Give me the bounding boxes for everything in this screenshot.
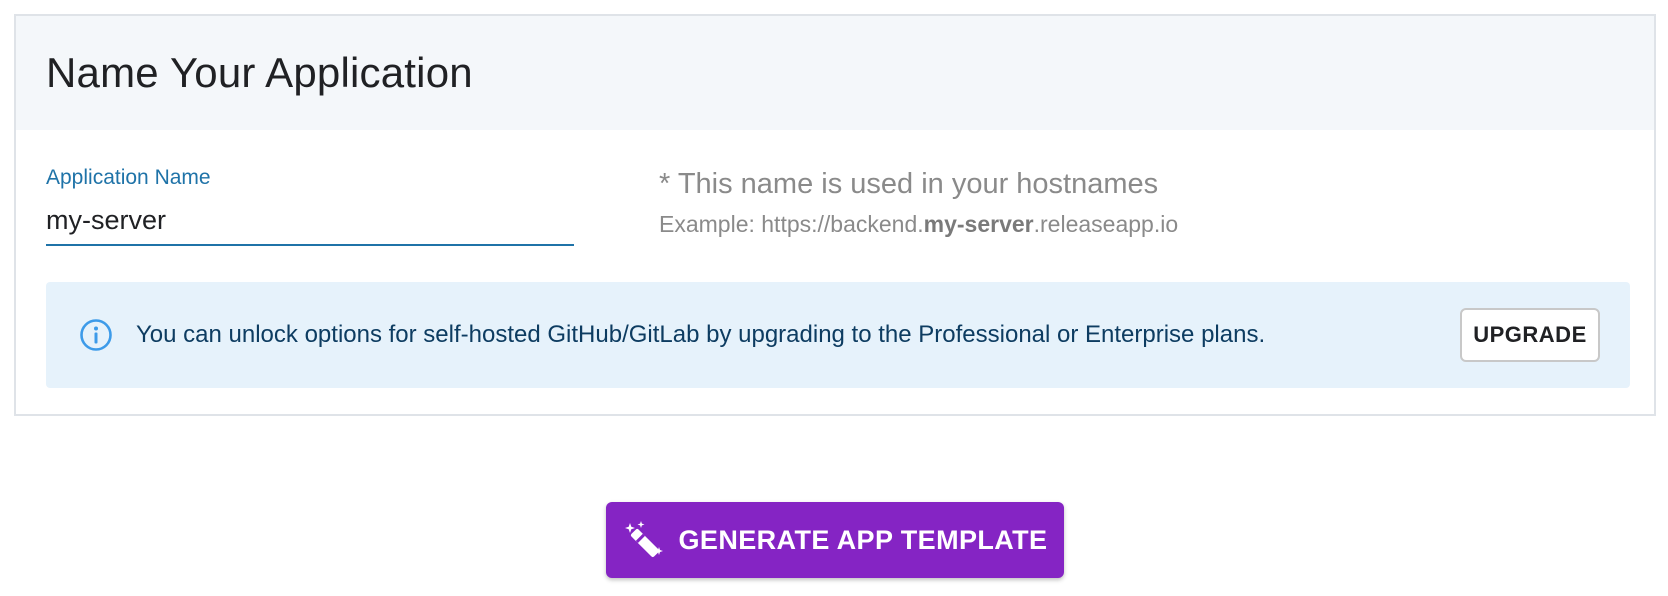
upgrade-info-alert: You can unlock options for self-hosted G… (46, 282, 1630, 388)
hostname-example: Example: https://backend.my-server.relea… (659, 211, 1178, 238)
application-name-field: Application Name (46, 166, 574, 246)
hostname-example-name: my-server (923, 211, 1034, 237)
upgrade-button[interactable]: UPGRADE (1460, 308, 1600, 362)
page-title: Name Your Application (46, 49, 473, 96)
info-icon (78, 317, 114, 353)
generate-app-template-button[interactable]: GENERATE APP TEMPLATE (606, 502, 1064, 578)
card-header: Name Your Application (16, 16, 1654, 130)
hostname-example-prefix: Example: https://backend. (659, 211, 924, 237)
application-name-label: Application Name (46, 166, 211, 189)
application-name-input[interactable] (46, 202, 574, 238)
hostname-example-suffix: .releaseapp.io (1033, 211, 1179, 237)
generate-button-label: GENERATE APP TEMPLATE (678, 524, 1048, 555)
hostname-hint: * This name is used in your hostnames Ex… (659, 168, 1178, 238)
hostname-hint-text: * This name is used in your hostnames (659, 168, 1159, 200)
application-name-input-wrapper[interactable] (46, 202, 574, 246)
name-application-card: Name Your Application Application Name *… (14, 14, 1656, 416)
magic-wand-icon (623, 519, 665, 561)
upgrade-info-text: You can unlock options for self-hosted G… (136, 321, 1266, 348)
